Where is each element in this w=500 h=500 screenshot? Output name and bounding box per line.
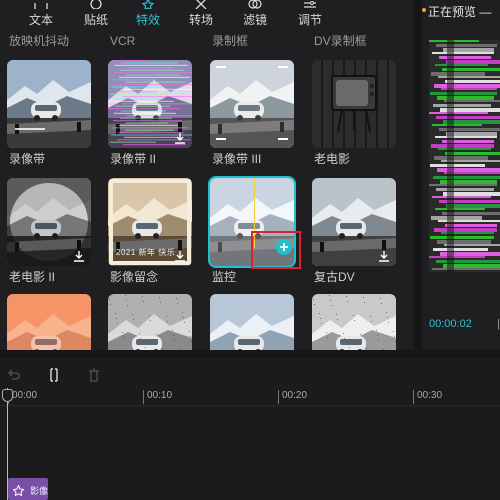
effects-icon [141, 0, 155, 11]
asset-toolbar: 文本 贴纸 特效 转场 滤镜 调节 [0, 0, 414, 30]
preview-separator: | [497, 318, 500, 330]
tab-label: 转场 [188, 13, 213, 27]
effect-label: 录像带 [9, 152, 46, 166]
playhead-handle[interactable] [2, 389, 13, 402]
highlight-box [251, 231, 301, 269]
effects-icon [12, 483, 25, 497]
timeline-panel: 00:00 00:10 00:20 00:30 影像 [0, 358, 500, 500]
preview-title: 正在预览 — [428, 5, 492, 19]
tab-filter[interactable]: 滤镜 [230, 0, 280, 30]
effect-label: 复古DV [314, 270, 355, 284]
transition-icon [194, 0, 208, 10]
section-label: VCR [110, 34, 136, 48]
effect-card[interactable] [7, 60, 91, 148]
adjust-icon [303, 0, 317, 8]
download-icon[interactable] [378, 249, 390, 262]
effect-label: 老电影 [314, 152, 351, 166]
effect-label: 录像带 II [110, 152, 157, 166]
effect-thumbnail [7, 294, 91, 350]
effect-thumbnail [312, 60, 396, 148]
filter-icon [248, 0, 262, 9]
effect-thumbnail [210, 60, 294, 148]
timeline-tick-label: 00:20 [278, 390, 307, 404]
download-icon[interactable] [174, 131, 186, 144]
effect-card[interactable] [108, 60, 192, 148]
effect-label: 老电影 II [9, 270, 56, 284]
effect-card[interactable] [312, 60, 396, 148]
effect-label: 录像带 III [212, 152, 262, 166]
effect-thumbnail [7, 60, 91, 148]
effect-card[interactable] [108, 294, 192, 350]
preview-video [429, 40, 500, 272]
effect-clip[interactable]: 影像 [8, 478, 48, 500]
timeline-tick-label: 00:10 [143, 390, 172, 404]
split-icon[interactable] [46, 367, 62, 383]
tab-label: 文本 [28, 13, 53, 27]
effect-card[interactable] [210, 60, 294, 148]
section-label: DV录制框 [314, 34, 367, 48]
effect-thumbnail [108, 294, 192, 350]
section-label: 放映机抖动 [9, 34, 70, 48]
tab-label: 滤镜 [242, 13, 267, 27]
tab-label: 贴纸 [83, 13, 108, 27]
sticker-icon [89, 0, 103, 10]
text-icon [34, 0, 48, 9]
effect-thumbnail [210, 294, 294, 350]
delete-icon[interactable] [86, 367, 102, 383]
effect-card[interactable] [7, 178, 91, 266]
tab-transition[interactable]: 转场 [176, 0, 226, 30]
effect-card[interactable] [7, 294, 91, 350]
download-icon[interactable] [73, 249, 85, 262]
effects-grid: 放映机抖动 VCR 录制框 DV录制框 录像带 录像带 II 录像带 III 老… [0, 30, 414, 350]
effect-card[interactable]: 2021 新年 快乐 [108, 178, 192, 266]
editor-window: 文本 贴纸 特效 转场 滤镜 调节 放映机抖动 VCR 录制框 DV录制框 录像带 录像带 II… [0, 0, 500, 500]
clip-label: 影像 [30, 486, 49, 496]
preview-panel: 正在预览 — 00:00:02 | [422, 0, 500, 350]
tab-effects[interactable]: 特效 [123, 0, 173, 30]
preview-timecode: 00:00:02 [429, 318, 472, 330]
timeline-ruler[interactable]: 00:00 00:10 00:20 00:30 [0, 388, 500, 406]
effect-card[interactable] [312, 178, 396, 266]
effect-label: 监控 [212, 270, 237, 284]
section-label: 录制框 [212, 34, 249, 48]
thumbnail-caption: 2021 新年 快乐 [116, 248, 176, 257]
effects-panel: 文本 贴纸 特效 转场 滤镜 调节 放映机抖动 VCR 录制框 DV录制框 录像带 录像带 II… [0, 0, 414, 350]
effect-card[interactable] [312, 294, 396, 350]
tab-text[interactable]: 文本 [16, 0, 66, 30]
tab-label: 调节 [297, 13, 322, 27]
timeline-toolbar [0, 358, 500, 390]
download-icon[interactable] [174, 249, 186, 262]
tab-sticker[interactable]: 贴纸 [71, 0, 121, 30]
undo-icon[interactable] [6, 367, 22, 383]
preview-indicator-dot [422, 8, 426, 12]
tab-adjust[interactable]: 调节 [285, 0, 335, 30]
effect-label: 影像留念 [110, 270, 159, 284]
effect-card[interactable] [210, 294, 294, 350]
effect-thumbnail [312, 294, 396, 350]
tab-label: 特效 [135, 13, 160, 27]
timeline-tick-label: 00:30 [413, 390, 442, 404]
